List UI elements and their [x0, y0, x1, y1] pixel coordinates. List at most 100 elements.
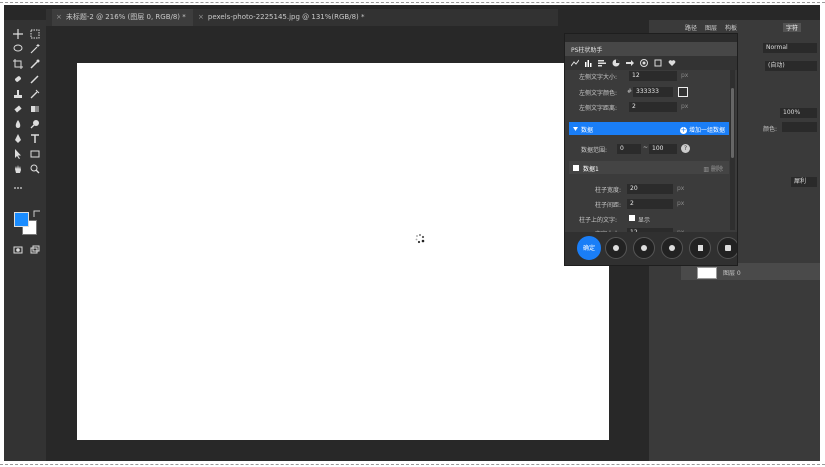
quick-mask-icon[interactable]: [11, 244, 24, 255]
gradient-tool[interactable]: [28, 103, 41, 114]
bar-width-label: 柱子宽度:: [595, 187, 622, 194]
path-selection-tool[interactable]: [11, 148, 24, 159]
data-range-label: 数据范围:: [581, 147, 608, 154]
color-label: 颜色:: [763, 126, 778, 133]
blend-mode-select[interactable]: Normal: [763, 43, 817, 53]
crop-tool[interactable]: [11, 58, 24, 69]
brush-tool[interactable]: [28, 73, 41, 84]
color-swatch-field[interactable]: [782, 122, 817, 132]
plugin-action-bar: 确定: [565, 232, 737, 265]
layer-thumbnail: [697, 267, 717, 279]
selection-border-top: [0, 2, 825, 3]
history-brush-tool[interactable]: [28, 88, 41, 99]
bar-gap-label: 柱子间距:: [595, 202, 622, 209]
blur-tool[interactable]: [11, 118, 24, 129]
plugin-chart-type-toolbar: [565, 56, 737, 70]
left-text-distance-label: 左侧文字距离:: [579, 105, 618, 112]
bar-text-label: 柱子上的文字:: [579, 217, 618, 224]
radar-chart-icon[interactable]: [640, 59, 648, 67]
collapse-icon[interactable]: [573, 165, 579, 171]
clone-stamp-tool[interactable]: [11, 88, 24, 99]
left-text-color-input[interactable]: 333333: [633, 87, 673, 97]
plugin-title: PS柱状助手: [571, 47, 603, 54]
tab-untitled-2[interactable]: × 未标题-2 @ 216% (图层 0, RGB/8) *: [52, 9, 193, 26]
loading-spinner-icon: [415, 234, 425, 244]
preset-button[interactable]: [605, 237, 627, 259]
range-min-input[interactable]: 0: [617, 144, 641, 154]
type-tool[interactable]: [28, 133, 41, 144]
plugin-title-bar: PS柱状助手: [565, 42, 737, 56]
data-section-header[interactable]: 数据 + 增加一组数据: [569, 122, 729, 135]
tab-artboard[interactable]: 构板: [725, 23, 737, 32]
redo-button[interactable]: [661, 237, 683, 259]
frame-chart-icon[interactable]: [654, 59, 662, 67]
document-tab-bar: × 未标题-2 @ 216% (图层 0, RGB/8) * × pexels-ph…: [46, 9, 558, 26]
foreground-color-swatch[interactable]: [14, 212, 29, 227]
show-text-checkbox[interactable]: [629, 215, 635, 221]
chevron-down-icon: [573, 127, 578, 131]
redo-icon: [669, 245, 675, 251]
eyedropper-tool[interactable]: [28, 58, 41, 69]
more-tools-icon[interactable]: [11, 182, 24, 193]
line-chart-icon[interactable]: [571, 59, 579, 67]
plugin-header-bar: [565, 34, 737, 42]
antialias-select[interactable]: 犀利: [791, 177, 817, 187]
close-icon[interactable]: ×: [56, 13, 62, 21]
left-text-distance-input[interactable]: 2: [629, 102, 677, 112]
color-preview-swatch[interactable]: [678, 87, 688, 97]
arrow-chart-icon[interactable]: [626, 59, 634, 67]
screen-mode-icon[interactable]: [28, 244, 41, 255]
plugin-scrollbar[interactable]: [730, 70, 735, 230]
unit-px: px: [677, 185, 685, 192]
eraser-tool[interactable]: [11, 103, 24, 114]
tab-pexels-photo[interactable]: × pexels-photo-2225145.jpg @ 131%(RGB/8) …: [194, 9, 368, 26]
lasso-tool[interactable]: [11, 43, 24, 54]
trash-icon: ▥: [703, 166, 711, 173]
pen-tool[interactable]: [11, 133, 24, 144]
add-data-group-button[interactable]: + 增加一组数据: [680, 125, 725, 134]
horizontal-bar-icon[interactable]: [598, 59, 606, 67]
data1-section-header[interactable]: 数据1 ▥ 删除: [569, 161, 729, 174]
tab-character[interactable]: 字符: [783, 23, 802, 32]
delete-button[interactable]: ▥ 删除: [703, 164, 723, 173]
scroll-thumb[interactable]: [731, 88, 734, 158]
scale-field[interactable]: 100%: [780, 108, 817, 118]
data-section-label: 数据: [581, 127, 594, 134]
more-icon: [725, 245, 731, 251]
bar-gap-input[interactable]: 2: [627, 199, 673, 209]
more-button[interactable]: [717, 237, 737, 259]
show-text-option: 显示: [638, 217, 651, 224]
pie-chart-icon[interactable]: [612, 59, 620, 67]
document-canvas[interactable]: [77, 63, 609, 440]
heart-icon[interactable]: [668, 59, 676, 67]
hand-tool[interactable]: [11, 163, 24, 174]
healing-brush-tool[interactable]: [11, 73, 24, 84]
swap-colors-icon[interactable]: [30, 208, 43, 219]
range-max-input[interactable]: 100: [649, 144, 677, 154]
unit-px: px: [677, 200, 685, 207]
rectangle-tool[interactable]: [28, 148, 41, 159]
unit-px: px: [681, 72, 689, 79]
tab-layers[interactable]: 图层: [705, 23, 717, 32]
undo-icon: [641, 245, 647, 251]
close-icon[interactable]: ×: [198, 13, 204, 21]
document-button[interactable]: [689, 237, 711, 259]
unit-px: px: [681, 103, 689, 110]
chart-helper-plugin-panel: PS柱状助手 左侧文字大小: 12 px 左侧文字颜色: # 333333 左侧…: [564, 33, 738, 266]
dodge-tool[interactable]: [28, 118, 41, 129]
range-separator: ~: [643, 144, 649, 151]
tab-paths[interactable]: 路径: [685, 23, 697, 32]
left-text-size-input[interactable]: 12: [629, 71, 677, 81]
help-icon[interactable]: ?: [681, 144, 690, 153]
undo-button[interactable]: [633, 237, 655, 259]
zoom-tool[interactable]: [28, 163, 41, 174]
hash-symbol: #: [627, 88, 633, 95]
bar-width-input[interactable]: 20: [627, 184, 673, 194]
generate-button[interactable]: 确定: [577, 236, 601, 260]
marquee-tool[interactable]: [28, 28, 41, 39]
leading-select[interactable]: (自动): [765, 61, 817, 71]
move-tool[interactable]: [11, 28, 24, 39]
magic-wand-tool[interactable]: [28, 43, 41, 54]
bar-chart-icon[interactable]: [584, 59, 592, 67]
plus-circle-icon: +: [680, 126, 688, 134]
